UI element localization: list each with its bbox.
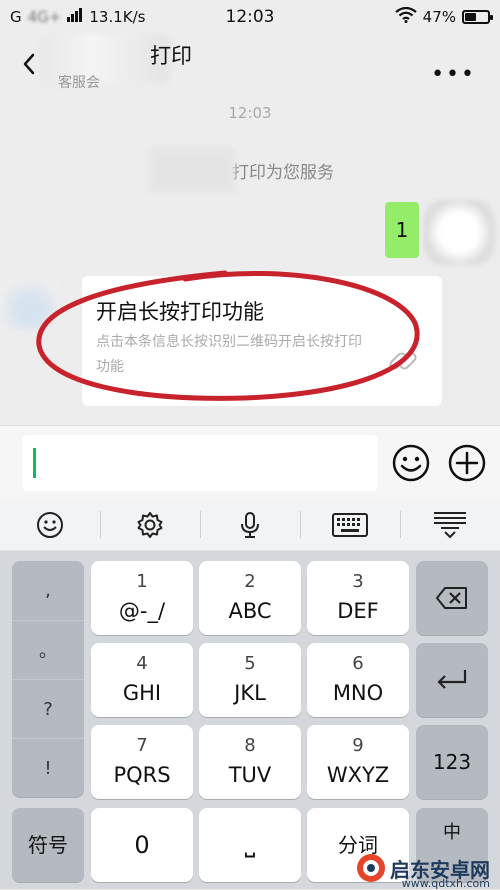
key-5[interactable]: 5 JKL <box>199 643 301 717</box>
blurred-system-name <box>150 148 235 192</box>
key-number: 2 <box>244 571 256 592</box>
smiley-icon <box>37 511 63 538</box>
chat-header: 打印 客服会 ••• <box>0 34 500 98</box>
key-letters: TUV <box>228 763 272 787</box>
battery-fill <box>465 13 477 21</box>
punct-key-question[interactable]: ? <box>12 679 84 738</box>
key-number: 6 <box>352 653 364 674</box>
enter-key[interactable] <box>416 643 488 717</box>
network-type: 4G+ <box>27 8 62 26</box>
card-title: 开启长按打印功能 <box>96 300 264 324</box>
system-message-text: 打印为您服务 <box>232 163 334 183</box>
toolbar-emoji-button[interactable] <box>0 499 100 550</box>
punct-key-comma[interactable]: , <box>12 561 84 620</box>
input-bar <box>0 425 500 499</box>
more-options-button[interactable]: ••• <box>431 62 476 87</box>
key-3[interactable]: 3 DEF <box>307 561 409 635</box>
emoji-icon[interactable] <box>391 443 431 483</box>
message-input[interactable] <box>22 435 378 491</box>
plus-icon[interactable] <box>447 443 487 483</box>
hide-keyboard-icon <box>434 511 466 538</box>
enter-icon <box>437 670 467 689</box>
key-letters: MNO <box>332 681 384 705</box>
key-8[interactable]: 8 TUV <box>199 725 301 799</box>
key-number: 4 <box>136 653 148 674</box>
sent-message-bubble[interactable]: 1 <box>385 202 419 258</box>
key-letters: GHI <box>122 681 162 705</box>
message-timestamp: 12:03 <box>228 104 272 122</box>
card-description: 点击本条信息长按识别二维码开启长按打印功能 <box>96 334 362 375</box>
key-number: 7 <box>136 735 148 756</box>
gear-icon <box>137 511 163 538</box>
chat-title: 打印 <box>150 44 192 68</box>
key-7[interactable]: 7 PQRS <box>91 725 193 799</box>
key-9[interactable]: 9 WXYZ <box>307 725 409 799</box>
key-number: 3 <box>352 571 364 592</box>
message-card[interactable]: 开启长按打印功能 点击本条信息长按识别二维码开启长按打印功能 <box>82 276 442 406</box>
key-letters: PQRS <box>113 763 171 787</box>
battery-percent: 47% <box>422 8 456 26</box>
key-6[interactable]: 6 MNO <box>307 643 409 717</box>
space-key[interactable]: ⎵ <box>199 808 301 882</box>
key-number: 9 <box>352 735 364 756</box>
symbols-key[interactable]: 符号 <box>12 808 84 882</box>
my-avatar[interactable] <box>423 200 495 265</box>
signal-icon <box>67 8 83 26</box>
key-1[interactable]: 1 @-_/ <box>91 561 193 635</box>
key-letters: WXYZ <box>326 763 390 787</box>
watermark-url: www.qdtxh.com <box>401 877 490 890</box>
toolbar-voice-button[interactable] <box>200 499 300 550</box>
backspace-icon <box>436 587 467 609</box>
link-icon <box>389 352 417 370</box>
wifi-icon <box>394 6 417 27</box>
key-letters: JKL <box>234 681 266 705</box>
punctuation-column[interactable]: , 。 ? ! <box>12 561 84 797</box>
contact-avatar[interactable] <box>0 280 60 330</box>
key-number: 8 <box>244 735 256 756</box>
watermark-logo-icon <box>357 854 385 882</box>
key-number: 1 <box>136 571 148 592</box>
chat-subtitle: 客服会 <box>58 75 100 91</box>
text-caret <box>33 448 36 478</box>
watermark: 启东安卓网 www.qdtxh.com <box>356 853 490 890</box>
network-speed: 13.1K/s <box>89 8 146 26</box>
key-letters: ABC <box>228 599 272 623</box>
keyboard-icon <box>332 512 368 537</box>
key-letters: @-_/ <box>118 599 166 623</box>
delete-key[interactable] <box>416 561 488 635</box>
toolbar-keyboard-button[interactable] <box>300 499 400 550</box>
zero-key[interactable]: 0 <box>91 808 193 882</box>
numbers-key[interactable]: 123 <box>416 725 488 799</box>
back-arrow-icon[interactable] <box>18 52 42 76</box>
key-letters: DEF <box>337 599 379 623</box>
microphone-icon <box>241 511 259 538</box>
battery-icon <box>462 10 493 24</box>
status-bar: G 4G+ 13.1K/s 12:03 47% <box>0 0 500 34</box>
toolbar-settings-button[interactable] <box>100 499 200 550</box>
key-4[interactable]: 4 GHI <box>91 643 193 717</box>
keyboard-toolbar <box>0 499 500 551</box>
punct-key-period[interactable]: 。 <box>12 620 84 679</box>
network-label: G <box>10 8 22 26</box>
key-number: 5 <box>244 653 256 674</box>
punct-key-exclamation[interactable]: ! <box>12 738 84 797</box>
t9-keyboard: , 。 ? ! 1 @-_/ 2 ABC 3 DEF 4 GHI 5 JKL 6 MNO 7… <box>0 551 500 890</box>
toolbar-hide-keyboard-button[interactable] <box>400 499 500 550</box>
key-2[interactable]: 2 ABC <box>199 561 301 635</box>
